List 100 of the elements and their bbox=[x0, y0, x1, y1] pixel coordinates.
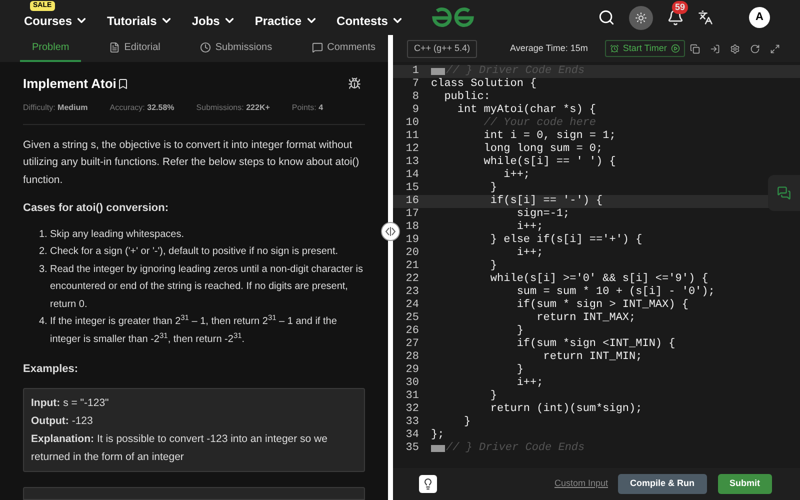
line-number: 15 bbox=[404, 182, 419, 195]
hint-bulb-icon[interactable] bbox=[419, 475, 437, 493]
bookmark-icon[interactable] bbox=[117, 78, 130, 90]
logo-icon[interactable] bbox=[430, 6, 475, 28]
language-select[interactable]: C++ (g++ 5.4) bbox=[407, 40, 478, 58]
sun-icon bbox=[635, 12, 647, 24]
fold-marker-icon[interactable] bbox=[431, 445, 445, 452]
line-number: 7 bbox=[411, 78, 419, 91]
line-number: 31 bbox=[404, 390, 419, 403]
bell-icon[interactable] bbox=[667, 9, 684, 26]
line-number: 9 bbox=[411, 104, 419, 117]
line-number: 27 bbox=[404, 338, 419, 351]
step-number: 3. bbox=[39, 262, 48, 276]
line-number: 17 bbox=[404, 208, 419, 221]
code-line: sum = sum * 10 + (s[i] - '0'); bbox=[516, 286, 715, 299]
line-number: 22 bbox=[404, 273, 419, 286]
step-text: Check for a sign ('+' or '-'), default to positive if no sign is present. bbox=[50, 245, 338, 259]
tab[interactable]: Submissions bbox=[188, 35, 284, 62]
code-line: int i = 0, sign = 1; bbox=[482, 130, 616, 143]
example-line: Explanation: It is possible to convert -123 into an integer so we returned in the form of an integer bbox=[31, 432, 328, 464]
step-text: If the integer is greater than 2$^{31}$ – 1, then return 2$^{31}$ – 1 and if the integer is smaller than -2$^{31}$, then return -2$^{31}$. bbox=[50, 313, 338, 346]
line-number: 26 bbox=[404, 325, 419, 338]
code-line: } bbox=[516, 325, 524, 338]
line-number: 16 bbox=[404, 195, 419, 208]
nav-menu[interactable]: Jobs bbox=[192, 12, 236, 30]
line-number: 35 bbox=[404, 442, 419, 455]
code-line: if(sum * sign > INT_MAX) { bbox=[516, 299, 688, 312]
line-number: 25 bbox=[404, 312, 419, 325]
problem-stat: Accuracy: 32.58% bbox=[110, 102, 174, 114]
code-line: } else if(s[i] =='+') { bbox=[489, 234, 642, 247]
step-text: Read the integer by ignoring leading zeros until a non-digit character is encountered or end of the string is reached. If no digits are present, return 0. bbox=[50, 262, 364, 312]
code-line: i++; bbox=[516, 247, 544, 260]
custom-input-link[interactable]: Custom Input bbox=[554, 477, 608, 491]
translate-icon[interactable] bbox=[698, 10, 713, 25]
fold-marker-icon[interactable] bbox=[431, 68, 445, 75]
chat-widget-icon[interactable] bbox=[768, 175, 800, 211]
average-time: Average Time: 15m bbox=[510, 42, 588, 55]
line-number: 8 bbox=[411, 91, 419, 104]
nav-menu[interactable]: Practice bbox=[254, 12, 318, 30]
nav-menu[interactable]: Contests bbox=[336, 12, 404, 30]
problem-title: Implement Atoi bbox=[23, 75, 116, 93]
compile-run-button[interactable]: Compile & Run bbox=[618, 474, 706, 494]
code-line: } bbox=[489, 182, 498, 195]
fullscreen-icon[interactable] bbox=[770, 44, 780, 54]
code-line: i++; bbox=[502, 169, 530, 182]
copy-icon[interactable] bbox=[690, 44, 700, 54]
code-line: } bbox=[489, 390, 498, 403]
avatar[interactable]: A bbox=[749, 7, 770, 28]
line-number: 30 bbox=[404, 377, 419, 390]
line-number: 19 bbox=[404, 234, 419, 247]
start-timer-button[interactable]: Start Timer bbox=[604, 40, 685, 57]
line-number: 20 bbox=[404, 247, 419, 260]
line-number: 14 bbox=[404, 169, 419, 182]
step-number: 4. bbox=[39, 315, 48, 329]
nav-menu[interactable]: Tutorials bbox=[107, 12, 173, 30]
problem-stat: Submissions: 222K+ bbox=[196, 102, 270, 114]
code-line: }; bbox=[431, 429, 444, 442]
problem-stat: Difficulty: Medium bbox=[23, 102, 88, 114]
line-number: 10 bbox=[404, 117, 419, 130]
example-line: Output: -123 bbox=[31, 414, 94, 428]
problem-stat: Points: 4 bbox=[292, 102, 324, 114]
code-line: // } Driver Code Ends bbox=[446, 442, 585, 455]
tab[interactable]: Comments bbox=[300, 35, 388, 62]
line-number: 13 bbox=[404, 156, 419, 169]
submit-button[interactable]: Submit bbox=[718, 474, 772, 494]
section-heading: Examples: bbox=[23, 362, 80, 377]
code-line: // Your code here bbox=[482, 117, 596, 130]
code-line: if(sum *sign <INT_MIN) { bbox=[516, 338, 676, 351]
line-number: 29 bbox=[404, 364, 419, 377]
tab[interactable]: Problem bbox=[20, 35, 82, 62]
tab[interactable]: Editorial bbox=[97, 35, 172, 62]
code-line: while(s[i] == ' ') { bbox=[482, 156, 616, 169]
code-line: while(s[i] >='0' && s[i] <='9') { bbox=[489, 273, 708, 286]
line-number: 18 bbox=[404, 221, 419, 234]
settings-icon[interactable] bbox=[730, 44, 740, 54]
search-icon[interactable] bbox=[598, 9, 615, 26]
notification-count: 59 bbox=[672, 1, 688, 14]
code-line: i++; bbox=[516, 377, 544, 390]
line-number: 12 bbox=[404, 143, 419, 156]
code-line: long long sum = 0; bbox=[482, 143, 603, 156]
reset-icon[interactable] bbox=[750, 44, 760, 54]
code-line: return INT_MAX; bbox=[536, 312, 636, 325]
section-heading: Cases for atoi() conversion: bbox=[23, 201, 170, 216]
code-line: class Solution { bbox=[431, 78, 537, 91]
bug-icon[interactable] bbox=[348, 77, 361, 90]
import-icon[interactable] bbox=[710, 44, 720, 54]
step-text: Skip any leading whitespaces. bbox=[50, 228, 184, 242]
line-number: 1 bbox=[411, 65, 419, 78]
line-number: 23 bbox=[404, 286, 419, 299]
line-number: 11 bbox=[404, 130, 419, 143]
line-number: 34 bbox=[404, 429, 419, 442]
code-line: int myAtoi(char *s) { bbox=[456, 104, 596, 117]
theme-toggle[interactable] bbox=[629, 6, 653, 30]
code-line: } bbox=[463, 416, 471, 429]
alarm-clock-icon bbox=[610, 44, 619, 53]
step-number: 2. bbox=[39, 245, 48, 259]
code-line: return INT_MIN; bbox=[542, 351, 642, 364]
line-number: 21 bbox=[404, 260, 419, 273]
line-number: 24 bbox=[404, 299, 419, 312]
play-icon bbox=[670, 44, 680, 53]
